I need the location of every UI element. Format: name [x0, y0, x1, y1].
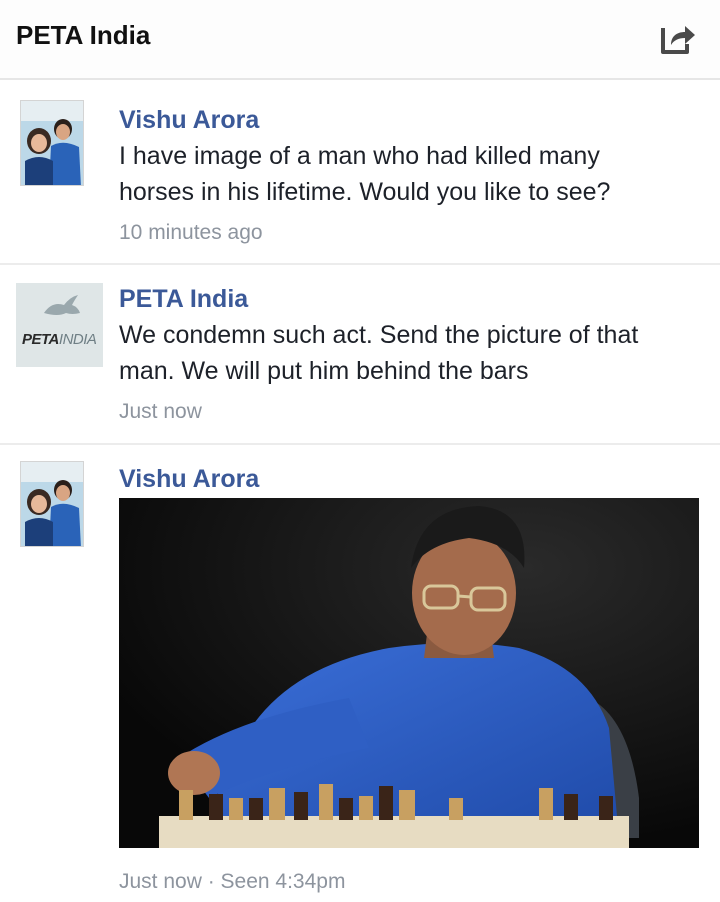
- message-text: I have image of a man who had killed man…: [119, 138, 709, 210]
- sender-name[interactable]: PETA India: [119, 285, 248, 314]
- message-text: We condemn such act. Send the picture of…: [119, 317, 709, 389]
- sender-name[interactable]: Vishu Arora: [119, 106, 259, 135]
- user-photo-avatar: [21, 462, 83, 546]
- avatar[interactable]: PETAINDIA: [16, 283, 103, 367]
- rabbit-icon: [44, 295, 80, 315]
- share-arrow-icon: [661, 26, 695, 54]
- user-photo-avatar: [21, 101, 83, 185]
- sender-name[interactable]: Vishu Arora: [119, 465, 259, 494]
- timestamp: 10 minutes ago: [119, 221, 263, 244]
- photo-attachment[interactable]: [119, 498, 699, 848]
- timestamp: Just now · Seen 4:34pm: [119, 870, 346, 893]
- page-title: PETA India: [16, 20, 151, 50]
- timestamp: Just now: [119, 400, 202, 423]
- message-item[interactable]: Vishu Arora I have image of a man who ha…: [0, 80, 720, 265]
- message-line: We condemn such act. Send the picture of…: [119, 321, 639, 349]
- message-line: horses in his lifetime. Would you like t…: [119, 178, 611, 206]
- chess-player-photo: [119, 498, 699, 848]
- message-item[interactable]: PETAINDIA PETA India We condemn such act…: [0, 265, 720, 445]
- conversation-header: PETA India: [0, 0, 720, 80]
- message-line: man. We will put him behind the bars: [119, 357, 529, 385]
- avatar[interactable]: [20, 100, 84, 186]
- avatar[interactable]: [20, 461, 84, 547]
- share-button[interactable]: [655, 18, 697, 58]
- message-line: I have image of a man who had killed man…: [119, 142, 600, 170]
- peta-logo: PETAINDIA: [22, 331, 97, 348]
- logo-text-peta: PETA: [22, 331, 59, 348]
- logo-text-india: INDIA: [58, 331, 97, 348]
